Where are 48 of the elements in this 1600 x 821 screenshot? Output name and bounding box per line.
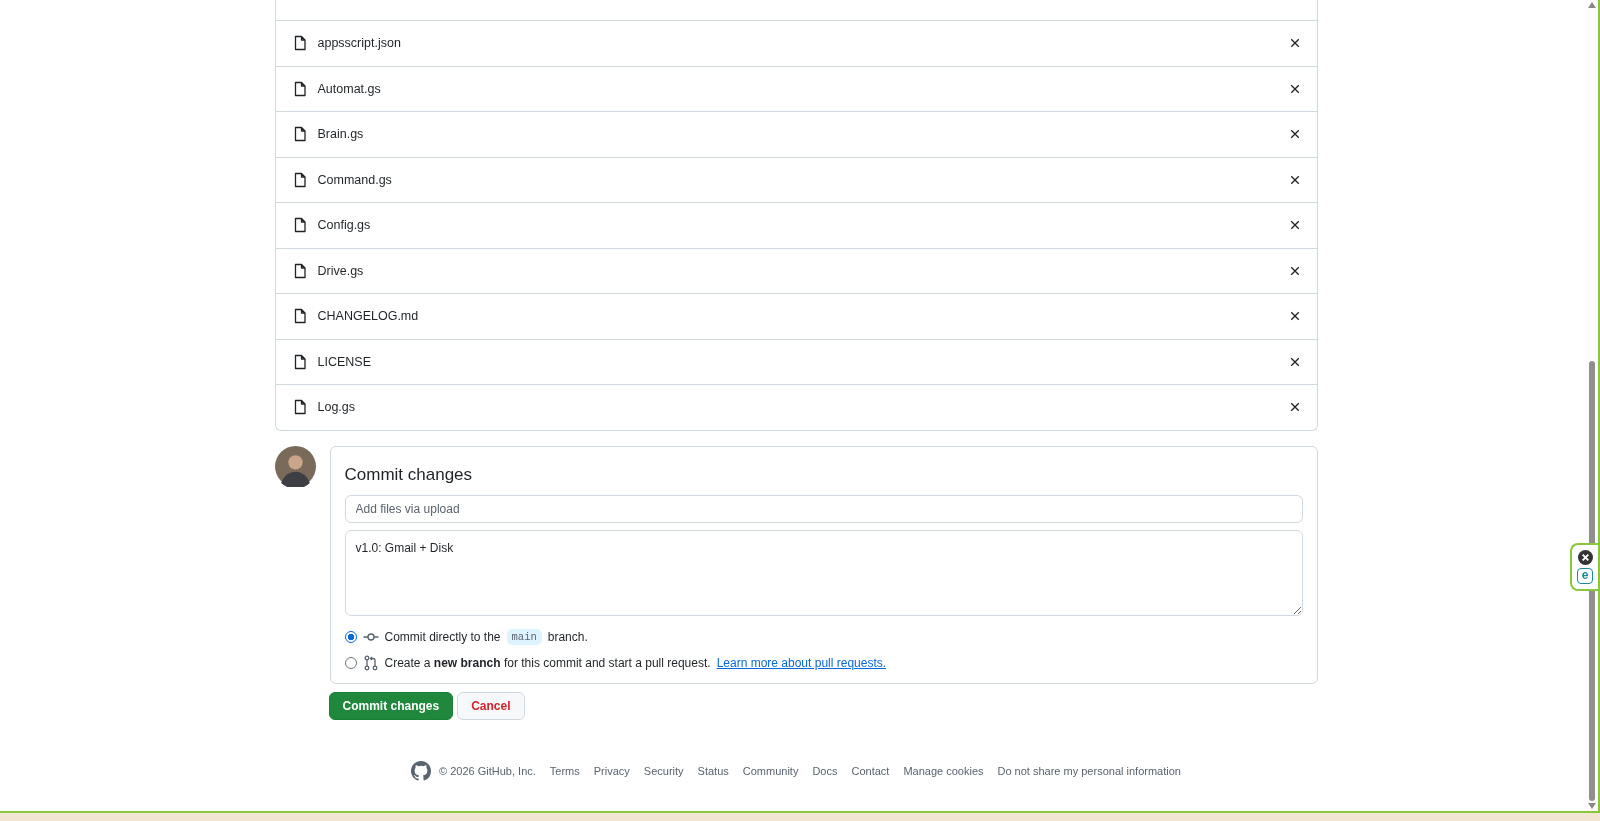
scroll-down-icon[interactable] — [1588, 803, 1596, 809]
footer-link[interactable]: Docs — [812, 764, 838, 777]
cancel-button[interactable]: Cancel — [457, 691, 525, 720]
commit-message-field[interactable]: v1.0: Gmail + Disk — [344, 529, 1303, 616]
file-name: Command.gs — [317, 172, 393, 187]
close-icon[interactable] — [1288, 310, 1301, 323]
file-name: appsscript.json — [317, 36, 402, 51]
avatar — [274, 445, 316, 487]
commit-button[interactable]: Commit changes — [328, 691, 454, 720]
option-label: branch. — [547, 629, 588, 644]
branch-name: main — [506, 628, 542, 645]
commit-title: Commit changes — [344, 464, 474, 485]
close-icon[interactable] — [1288, 37, 1301, 50]
option-label: Commit directly to the — [384, 629, 501, 644]
file-name: Automat.gs — [317, 81, 382, 96]
close-icon[interactable] — [1288, 401, 1301, 414]
scrollbar-thumb[interactable] — [1589, 361, 1595, 801]
octocat-logo-icon[interactable] — [411, 760, 432, 781]
footer-link[interactable]: Terms — [549, 764, 580, 777]
footer-link[interactable]: Do not share my personal information — [997, 764, 1181, 777]
pull-request-icon — [362, 654, 379, 671]
radio-button[interactable] — [344, 630, 357, 643]
learn-more-link[interactable]: Learn more about pull requests. — [716, 655, 887, 670]
close-icon[interactable] — [1577, 550, 1593, 565]
footer-link[interactable]: Security — [643, 764, 684, 777]
footer-link[interactable]: Community — [742, 764, 799, 777]
footer-link[interactable]: Contact — [851, 764, 890, 777]
footer-link[interactable]: Status — [697, 764, 729, 777]
close-icon[interactable] — [1288, 264, 1301, 277]
scroll-up-icon[interactable] — [1588, 2, 1596, 8]
file-name: Log.gs — [317, 400, 357, 415]
close-icon[interactable] — [1288, 173, 1301, 186]
close-icon[interactable] — [1288, 355, 1301, 368]
filename-field[interactable]: Add files via upload — [344, 494, 1303, 523]
close-icon[interactable] — [1288, 219, 1301, 232]
file-name: Config.gs — [317, 218, 372, 233]
option-label: Create a new branch for this commit and start a pull request. — [384, 655, 711, 670]
scrollbar[interactable] — [1586, 0, 1598, 811]
file-name: Brain.gs — [317, 127, 365, 142]
file-name: LICENSE — [317, 354, 372, 369]
close-icon[interactable] — [1288, 128, 1301, 141]
extension-logo[interactable]: e — [1577, 568, 1593, 584]
file-name: Drive.gs — [317, 263, 365, 278]
footer-link[interactable]: Privacy — [593, 764, 630, 777]
close-icon[interactable] — [1288, 82, 1301, 95]
file-name: CHANGELOG.md — [317, 309, 420, 324]
copyright-text: © 2026 GitHub, Inc. — [439, 764, 536, 777]
footer-link[interactable]: Manage cookies — [903, 764, 984, 777]
